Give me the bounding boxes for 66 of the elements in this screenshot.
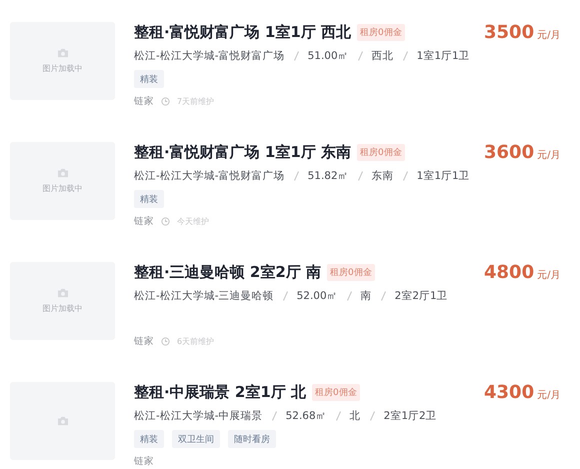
meta-text: 52.00㎡ bbox=[296, 289, 338, 303]
agency-name: 链家 bbox=[134, 455, 154, 468]
price-unit: 元/月 bbox=[537, 29, 560, 42]
feature-tag: 精装 bbox=[134, 70, 164, 88]
camera-icon bbox=[56, 288, 68, 298]
price-unit: 元/月 bbox=[537, 269, 560, 282]
slash-divider bbox=[380, 291, 386, 301]
updated-time: 6天前维护 bbox=[177, 336, 214, 347]
meta-text: 52.68㎡ bbox=[286, 409, 327, 423]
meta-text: 松江-松江大学城-富悦财富广场 bbox=[134, 169, 285, 183]
updated-time: 今天维护 bbox=[177, 216, 209, 227]
slash-divider bbox=[370, 411, 375, 421]
slash-divider bbox=[402, 51, 408, 61]
slash-divider bbox=[294, 51, 299, 61]
camera-icon bbox=[56, 416, 68, 426]
slash-divider bbox=[402, 171, 408, 181]
meta-text: 松江-松江大学城-中展瑞景 bbox=[134, 409, 263, 423]
meta-text: 1室1厅1卫 bbox=[416, 169, 470, 183]
clock-icon bbox=[161, 217, 170, 226]
meta-text: 松江-松江大学城-三迪曼哈顿 bbox=[134, 289, 274, 303]
price: 4800 bbox=[484, 262, 534, 283]
price: 3600 bbox=[484, 142, 534, 163]
updated-time: 7天前维护 bbox=[177, 96, 214, 107]
price-unit: 元/月 bbox=[537, 149, 560, 162]
slash-divider bbox=[294, 171, 299, 181]
agency-name: 链家 bbox=[134, 95, 154, 108]
listing-title[interactable]: 整租·三迪曼哈顿 2室2厅 南 bbox=[134, 262, 322, 282]
feature-tag: 随时看房 bbox=[228, 430, 276, 448]
feature-tag: 精装 bbox=[134, 190, 164, 208]
slash-divider bbox=[358, 171, 363, 181]
feature-tag: 双卫生间 bbox=[172, 430, 220, 448]
clock-icon bbox=[161, 337, 170, 346]
meta-text: 2室2厅1卫 bbox=[394, 289, 448, 303]
listing-title[interactable]: 整租·富悦财富广场 1室1厅 西北 bbox=[134, 22, 352, 42]
loading-caption: 图片加载中 bbox=[42, 303, 82, 314]
slash-divider bbox=[282, 291, 288, 301]
agency-name: 链家 bbox=[134, 335, 154, 348]
meta-text: 2室1厅2卫 bbox=[384, 409, 437, 423]
price: 3500 bbox=[484, 22, 534, 43]
listing-title[interactable]: 整租·富悦财富广场 1室1厅 东南 bbox=[134, 142, 352, 162]
meta-text: 北 bbox=[350, 409, 361, 423]
commission-badge: 租房0佣金 bbox=[327, 264, 375, 280]
price-unit: 元/月 bbox=[537, 389, 560, 402]
price: 4300 bbox=[484, 382, 534, 403]
agency-name: 链家 bbox=[134, 215, 154, 228]
slash-divider bbox=[346, 291, 352, 301]
meta-text: 西北 bbox=[372, 49, 394, 63]
clock-icon bbox=[161, 97, 170, 106]
slash-divider bbox=[336, 411, 341, 421]
commission-badge: 租房0佣金 bbox=[312, 384, 360, 400]
slash-divider bbox=[358, 51, 363, 61]
meta-text: 51.82㎡ bbox=[308, 169, 349, 183]
camera-icon bbox=[56, 168, 68, 178]
commission-badge: 租房0佣金 bbox=[357, 144, 405, 160]
commission-badge: 租房0佣金 bbox=[357, 24, 405, 40]
meta-text: 东南 bbox=[372, 169, 394, 183]
camera-icon bbox=[56, 48, 68, 58]
loading-caption: 图片加载中 bbox=[42, 183, 82, 194]
loading-caption: 图片加载中 bbox=[42, 63, 82, 74]
meta-text: 51.00㎡ bbox=[308, 49, 349, 63]
slash-divider bbox=[272, 411, 277, 421]
listing-title[interactable]: 整租·中展瑞景 2室1厅 北 bbox=[134, 382, 306, 402]
meta-text: 松江-松江大学城-富悦财富广场 bbox=[134, 49, 285, 63]
meta-text: 1室1厅1卫 bbox=[416, 49, 470, 63]
feature-tag: 精装 bbox=[134, 430, 164, 448]
meta-text: 南 bbox=[360, 289, 372, 303]
